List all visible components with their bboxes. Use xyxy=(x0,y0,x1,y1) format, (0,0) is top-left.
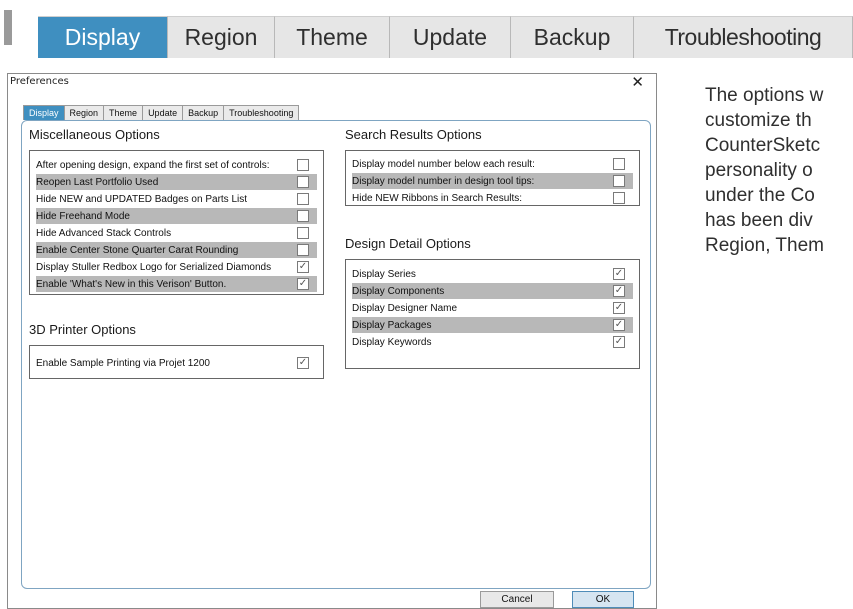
option-label: Hide NEW Ribbons in Search Results: xyxy=(352,192,523,204)
option-row: Enable Sample Printing via Projet 1200 ✓ xyxy=(36,355,317,371)
preferences-dialog: Preferences ✕ Display Region Theme Updat… xyxy=(7,73,657,609)
option-checkbox[interactable] xyxy=(297,176,309,188)
side-text-line: personality o xyxy=(705,160,813,181)
printer-options-box: Enable Sample Printing via Projet 1200 ✓ xyxy=(29,345,324,379)
side-text-line: under the Co xyxy=(705,185,815,206)
detail-options-title: Design Detail Options xyxy=(345,236,471,251)
option-label: Display model number in design tool tips… xyxy=(352,175,535,187)
option-checkbox[interactable] xyxy=(297,227,309,239)
top-tabs: Display Region Theme Update Backup Troub… xyxy=(38,16,853,58)
option-row: Display Stuller Redbox Logo for Serializ… xyxy=(36,259,317,275)
option-row: Hide NEW Ribbons in Search Results: xyxy=(352,190,633,206)
option-label: Display Series xyxy=(352,268,416,280)
close-icon[interactable]: ✕ xyxy=(631,73,644,91)
option-label: Hide NEW and UPDATED Badges on Parts Lis… xyxy=(36,193,248,205)
option-checkbox[interactable]: ✓ xyxy=(297,357,309,369)
option-label: Display model number below each result: xyxy=(352,158,535,170)
option-label: After opening design, expand the first s… xyxy=(36,159,270,171)
cancel-button[interactable]: Cancel xyxy=(480,591,554,608)
option-checkbox[interactable] xyxy=(297,193,309,205)
option-row: Display Packages ✓ xyxy=(352,317,633,333)
tab-update[interactable]: Update xyxy=(142,105,184,120)
strip-marker xyxy=(4,10,12,45)
option-label: Hide Freehand Mode xyxy=(36,210,130,222)
tab-backup[interactable]: Backup xyxy=(182,105,225,120)
option-checkbox[interactable] xyxy=(613,192,625,204)
option-row: Display model number below each result: xyxy=(352,156,633,172)
search-options-box: Display model number below each result: D… xyxy=(345,150,640,206)
option-checkbox[interactable] xyxy=(297,244,309,256)
option-label: Display Designer Name xyxy=(352,302,458,314)
option-checkbox[interactable]: ✓ xyxy=(613,319,625,331)
option-checkbox[interactable] xyxy=(613,158,625,170)
side-text-line: Region, Them xyxy=(705,235,824,256)
top-tab-region[interactable]: Region xyxy=(168,16,275,58)
search-options-title: Search Results Options xyxy=(345,127,482,142)
top-tab-backup[interactable]: Backup xyxy=(511,16,634,58)
option-checkbox[interactable]: ✓ xyxy=(613,285,625,297)
top-tab-display[interactable]: Display xyxy=(38,16,168,58)
tab-display[interactable]: Display xyxy=(23,105,65,120)
top-tab-update[interactable]: Update xyxy=(390,16,511,58)
option-row: Display Series ✓ xyxy=(352,266,633,282)
option-checkbox[interactable] xyxy=(613,175,625,187)
top-tab-troubleshooting[interactable]: Troubleshooting xyxy=(634,16,853,58)
detail-options-box: Display Series ✓ Display Components ✓ Displa… xyxy=(345,259,640,369)
side-text-line: has been div xyxy=(705,210,813,231)
tab-troubleshooting[interactable]: Troubleshooting xyxy=(223,105,300,120)
tab-region[interactable]: Region xyxy=(63,105,105,120)
printer-options-title: 3D Printer Options xyxy=(29,322,136,337)
display-tab-panel: Miscellaneous Options After opening desi… xyxy=(21,120,651,589)
option-checkbox[interactable] xyxy=(297,159,309,171)
option-label: Enable Sample Printing via Projet 1200 xyxy=(36,357,210,369)
misc-options-title: Miscellaneous Options xyxy=(29,127,160,142)
option-label: Hide Advanced Stack Controls xyxy=(36,227,172,239)
dialog-title: Preferences xyxy=(10,76,69,87)
ok-button[interactable]: OK xyxy=(572,591,634,608)
option-checkbox[interactable]: ✓ xyxy=(613,336,625,348)
tab-theme[interactable]: Theme xyxy=(103,105,144,120)
dialog-tabs: Display Region Theme Update Backup Troub… xyxy=(23,105,300,120)
option-row: Display model number in design tool tips… xyxy=(352,173,633,189)
top-tab-strip: Display Region Theme Update Backup Troub… xyxy=(0,0,853,58)
option-row: After opening design, expand the first s… xyxy=(36,157,317,173)
option-label: Display Packages xyxy=(352,319,432,331)
option-label: Enable Center Stone Quarter Carat Roundi… xyxy=(36,244,239,256)
option-checkbox[interactable]: ✓ xyxy=(297,278,309,290)
option-label: Display Keywords xyxy=(352,336,432,348)
side-text-line: The options w xyxy=(705,85,824,106)
option-row: Display Keywords ✓ xyxy=(352,334,633,350)
option-row: Hide Freehand Mode xyxy=(36,208,317,224)
side-description: The options w customize th CounterSketc … xyxy=(705,83,824,258)
option-row: Hide Advanced Stack Controls xyxy=(36,225,317,241)
option-label: Enable 'What's New in this Verison' Butt… xyxy=(36,278,227,290)
option-label: Reopen Last Portfolio Used xyxy=(36,176,159,188)
option-checkbox[interactable] xyxy=(297,210,309,222)
option-row: Display Designer Name ✓ xyxy=(352,300,633,316)
option-row: Hide NEW and UPDATED Badges on Parts Lis… xyxy=(36,191,317,207)
option-checkbox[interactable]: ✓ xyxy=(613,268,625,280)
option-row: Enable 'What's New in this Verison' Butt… xyxy=(36,276,317,292)
top-tab-theme[interactable]: Theme xyxy=(275,16,390,58)
option-row: Enable Center Stone Quarter Carat Roundi… xyxy=(36,242,317,258)
option-label: Display Stuller Redbox Logo for Serializ… xyxy=(36,261,272,273)
option-row: Reopen Last Portfolio Used xyxy=(36,174,317,190)
option-checkbox[interactable]: ✓ xyxy=(613,302,625,314)
option-row: Display Components ✓ xyxy=(352,283,633,299)
option-checkbox[interactable]: ✓ xyxy=(297,261,309,273)
misc-options-box: After opening design, expand the first s… xyxy=(29,150,324,295)
option-label: Display Components xyxy=(352,285,445,297)
side-text-line: customize th xyxy=(705,110,812,131)
side-text-line: CounterSketc xyxy=(705,135,821,156)
